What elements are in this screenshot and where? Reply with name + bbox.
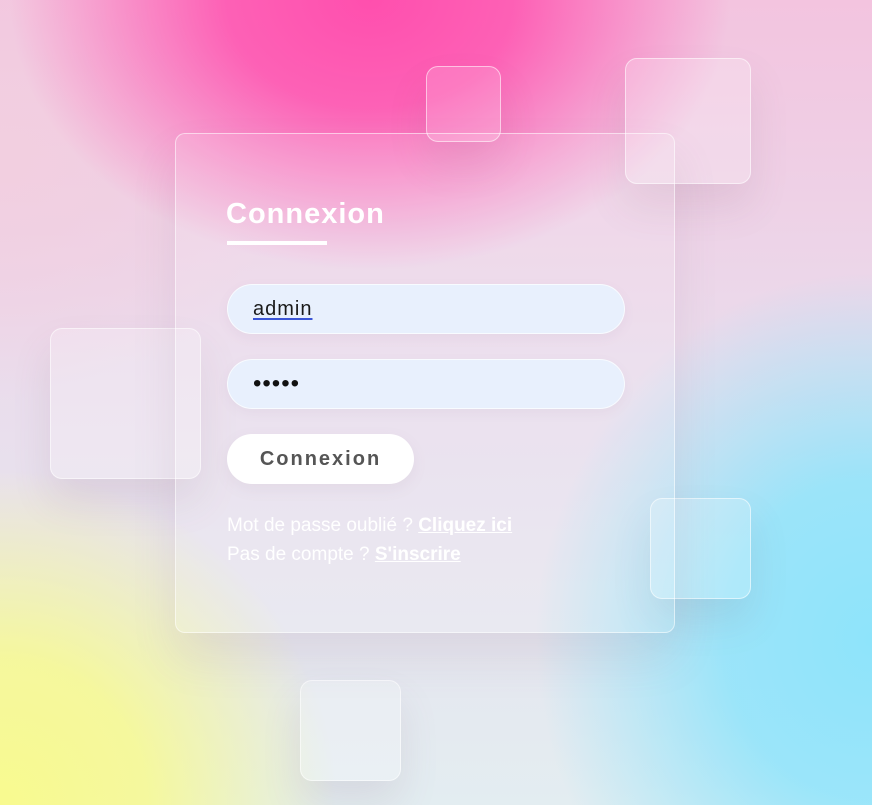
decorative-glass-square (300, 680, 401, 781)
forgot-password-link[interactable]: Cliquez ici (418, 515, 512, 536)
password-input[interactable]: ••••• (227, 359, 625, 409)
signup-line: Pas de compte ? S'inscrire (227, 544, 461, 566)
login-card: Connexion admin ••••• Connexion Mot de p… (175, 133, 675, 633)
signup-text: Pas de compte ? (227, 544, 375, 565)
login-title: Connexion (226, 198, 385, 230)
signup-link[interactable]: S'inscrire (375, 544, 461, 565)
login-submit-button[interactable]: Connexion (227, 434, 414, 484)
username-input[interactable]: admin (227, 284, 625, 334)
forgot-password-line: Mot de passe oublié ? Cliquez ici (227, 515, 512, 537)
forgot-password-text: Mot de passe oublié ? (227, 515, 419, 536)
title-underline (227, 241, 327, 245)
username-value: admin (253, 298, 313, 320)
password-value: ••••• (253, 370, 301, 397)
decorative-glass-square (426, 66, 501, 142)
